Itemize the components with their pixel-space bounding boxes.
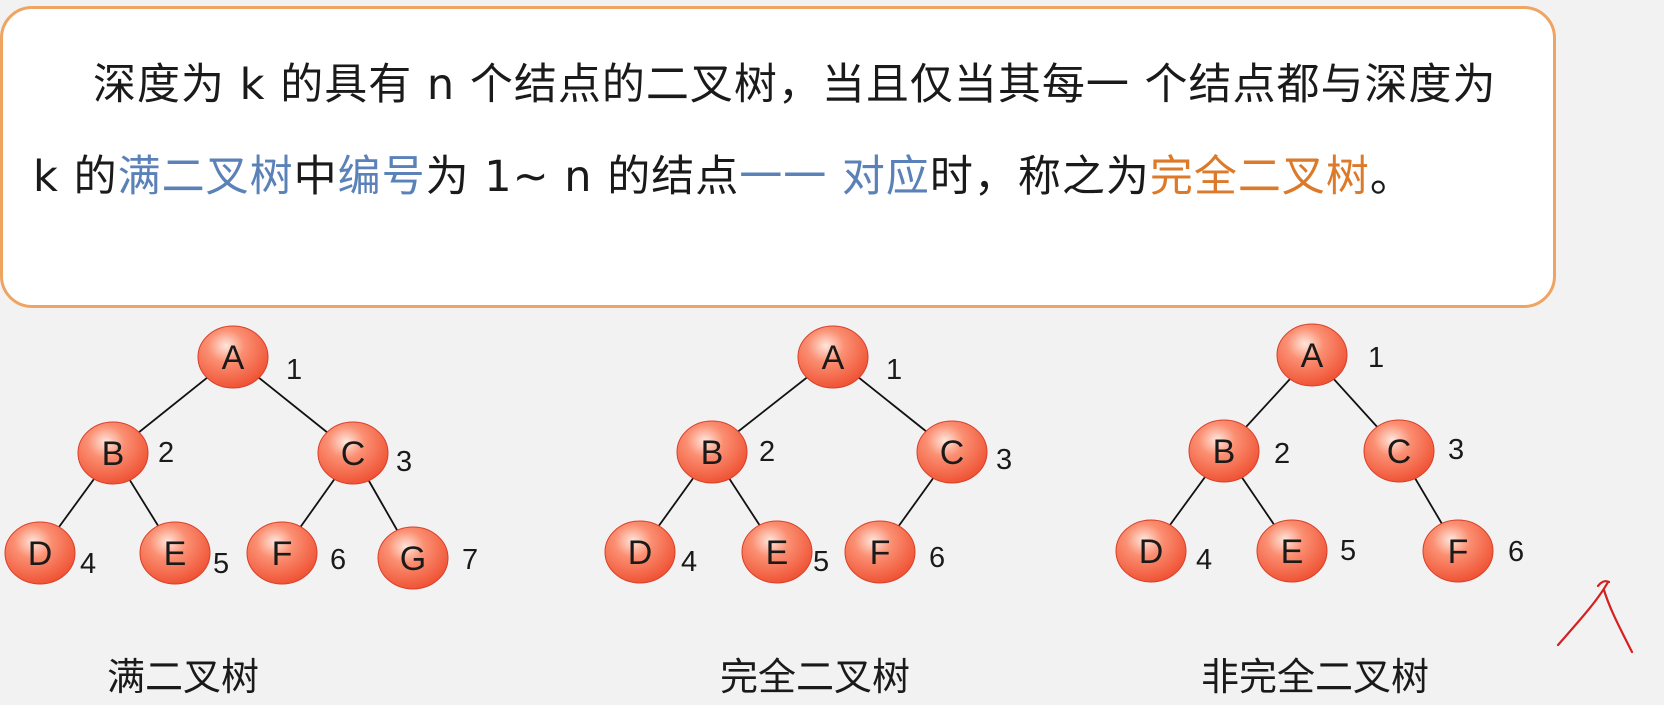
tree-caption: 非完全二叉树 xyxy=(1201,655,1429,699)
tree-node: D xyxy=(4,521,76,585)
tree-node: D xyxy=(1115,519,1187,583)
tree-node: C xyxy=(317,421,389,485)
node-label: E xyxy=(1281,533,1304,571)
tree-node: F xyxy=(1422,519,1494,583)
node-label: G xyxy=(400,540,426,578)
node-label: F xyxy=(272,535,293,573)
tree-node: B xyxy=(77,421,149,485)
node-label: B xyxy=(701,434,724,472)
node-number: 4 xyxy=(80,548,96,580)
tree-node: A xyxy=(1276,323,1348,387)
tree-node: G xyxy=(377,526,449,590)
node-label: D xyxy=(28,535,53,573)
binary-tree-diagrams: A 1B 2 C 3D 4 E 5 F 6 G 7满二叉树A 1B 2 C 3D 4 E 5 F 6完全二叉树A 1B 2 C… xyxy=(4,323,1634,699)
binary-tree-1: A 1 B 2 C 3 D 4 E 5 F 6 G 7 满二叉树 xyxy=(4,325,478,699)
node-label: B xyxy=(102,435,125,473)
node-number: 1 xyxy=(1368,342,1384,374)
node-label: D xyxy=(1139,533,1164,571)
node-number: 5 xyxy=(213,548,229,580)
node-label: E xyxy=(766,534,789,572)
node-label: C xyxy=(1387,433,1412,471)
definition-box: 深度为 k 的具有 n 个结点的二叉树，当且仅当其每一 个结点都与深度为 k 的… xyxy=(0,6,1556,308)
node-label: A xyxy=(222,339,245,377)
tree-node: B xyxy=(1188,419,1260,483)
node-number: 4 xyxy=(1196,544,1212,576)
tree-node: D xyxy=(604,520,676,584)
node-number: 5 xyxy=(813,546,829,578)
node-number: 3 xyxy=(996,444,1012,476)
definition-text-part-5: 。 xyxy=(1369,152,1414,202)
node-label: E xyxy=(164,535,187,573)
node-number: 6 xyxy=(1508,536,1524,568)
node-label: D xyxy=(628,534,653,572)
tree-caption: 满二叉树 xyxy=(107,655,259,699)
node-number: 5 xyxy=(1340,535,1356,567)
keyword-complete-binary-tree: 完全二叉树 xyxy=(1149,152,1370,202)
tree-caption: 完全二叉树 xyxy=(720,655,910,699)
node-number: 2 xyxy=(1274,438,1290,470)
binary-tree-3: A 1 B 2 C 3 D 4 E 5 F 6 非完全二叉树 xyxy=(1115,323,1524,699)
node-number: 7 xyxy=(462,544,478,576)
definition-text-part-4: 时，称之为 xyxy=(929,152,1150,202)
keyword-one-to-one: 一一 对应 xyxy=(739,152,930,202)
node-label: B xyxy=(1213,433,1236,471)
definition-text: 深度为 k 的具有 n 个结点的二叉树，当且仅当其每一 个结点都与深度为 k 的… xyxy=(33,39,1517,223)
tree-node: E xyxy=(1256,519,1328,583)
node-number: 1 xyxy=(886,354,902,386)
keyword-full-binary-tree: 满二叉树 xyxy=(117,152,294,202)
keyword-numbering: 编号 xyxy=(337,152,426,202)
node-number: 2 xyxy=(759,436,775,468)
definition-text-part-2: 中 xyxy=(293,152,338,202)
tree-node: C xyxy=(916,420,988,484)
node-label: F xyxy=(1448,533,1469,571)
tree-node: E xyxy=(741,520,813,584)
node-number: 3 xyxy=(1448,434,1464,466)
node-label: C xyxy=(341,435,366,473)
node-number: 6 xyxy=(330,544,346,576)
node-number: 1 xyxy=(286,354,302,386)
node-label: F xyxy=(870,534,891,572)
tree-node: E xyxy=(139,521,211,585)
tree-node: B xyxy=(676,420,748,484)
definition-text-part-3: 为 1~ n 的结点 xyxy=(425,152,740,202)
node-number: 3 xyxy=(396,446,412,478)
tree-node: C xyxy=(1363,419,1435,483)
red-cross-mark xyxy=(1556,580,1634,654)
binary-tree-2: A 1 B 2 C 3 D 4 E 5 F 6 完全二叉树 xyxy=(604,325,1012,699)
tree-node: A xyxy=(197,325,269,389)
tree-node: A xyxy=(797,325,869,389)
node-number: 4 xyxy=(681,546,697,578)
node-number: 2 xyxy=(158,437,174,469)
node-number: 6 xyxy=(929,542,945,574)
node-label: A xyxy=(1301,337,1324,375)
trees-layer: A 1B 2 C 3D 4 E 5 F 6 G 7满二叉树A 1B 2 C 3D 4 E 5 F 6完全二叉树A 1B 2 C… xyxy=(4,323,1524,699)
node-label: A xyxy=(822,339,845,377)
node-label: C xyxy=(940,434,965,472)
tree-node: F xyxy=(246,521,318,585)
tree-node: F xyxy=(844,520,916,584)
